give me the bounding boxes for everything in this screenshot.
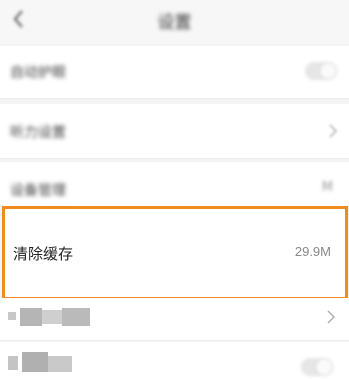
cache-size-value: 29.9M [294, 244, 331, 259]
top-bar: 设置 [0, 0, 349, 44]
pixelated-label [8, 308, 90, 326]
row-value: M [321, 180, 333, 195]
settings-row-5[interactable] [0, 298, 349, 340]
clear-cache-label: 清除缓存 [13, 245, 74, 263]
clear-cache-row[interactable]: 清除缓存 29.9M [2, 206, 348, 300]
row-label: 设备管理 [10, 183, 66, 199]
chevron-right-icon [327, 310, 335, 324]
settings-row-3[interactable]: 设备管理 M [0, 162, 349, 206]
settings-row-2[interactable]: 听力设置 [0, 104, 349, 158]
page-title: 设置 [157, 13, 192, 33]
settings-row-1[interactable]: 自动护眼 [0, 46, 349, 98]
chevron-right-icon [329, 124, 337, 138]
toggle-switch[interactable] [301, 358, 333, 376]
row-label: 听力设置 [10, 125, 66, 141]
row-label: 自动护眼 [10, 65, 66, 81]
settings-row-6[interactable] [0, 342, 349, 379]
pixelated-label [8, 352, 78, 372]
toggle-switch[interactable] [305, 62, 337, 80]
